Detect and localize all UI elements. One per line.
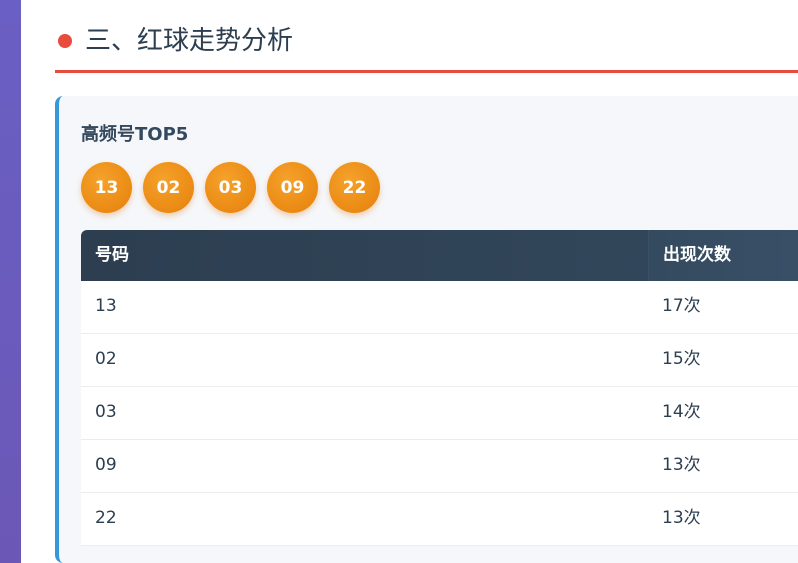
top5-ball-list: 13 02 03 09 22: [81, 162, 380, 213]
cell-count: 15次: [662, 349, 701, 369]
section-title: 三、红球走势分析: [85, 26, 294, 56]
table-row: 13 17次: [81, 281, 798, 334]
top5-subtitle: 高频号TOP5: [81, 124, 189, 145]
cell-number: 13: [95, 296, 117, 316]
number-ball: 02: [143, 162, 194, 213]
column-header-number: 号码: [95, 245, 129, 265]
table-row: 09 13次: [81, 440, 798, 493]
table-header: 号码 出现次数: [81, 230, 798, 281]
number-ball: 13: [81, 162, 132, 213]
analysis-card: 高频号TOP5 13 02 03 09 22 号码 出现次数 13 17次 02…: [55, 96, 798, 563]
cell-count: 13次: [662, 455, 701, 475]
bullet-dot-icon: [58, 34, 72, 48]
table-row: 22 13次: [81, 493, 798, 546]
cell-number: 09: [95, 455, 117, 475]
page: 三、红球走势分析 高频号TOP5 13 02 03 09 22 号码 出现次数 …: [0, 0, 798, 563]
number-ball: 09: [267, 162, 318, 213]
cell-number: 02: [95, 349, 117, 369]
table-row: 02 15次: [81, 334, 798, 387]
frequency-table: 号码 出现次数 13 17次 02 15次 03 14次 09 13次 22 1…: [81, 230, 798, 546]
number-ball: 22: [329, 162, 380, 213]
cell-count: 17次: [662, 296, 701, 316]
number-ball: 03: [205, 162, 256, 213]
table-row: 03 14次: [81, 387, 798, 440]
cell-count: 14次: [662, 402, 701, 422]
cell-count: 13次: [662, 508, 701, 528]
left-decorative-strip: [0, 0, 21, 563]
cell-number: 22: [95, 508, 117, 528]
section-header: 三、红球走势分析: [55, 22, 798, 73]
cell-number: 03: [95, 402, 117, 422]
column-header-count: 出现次数: [648, 230, 798, 281]
